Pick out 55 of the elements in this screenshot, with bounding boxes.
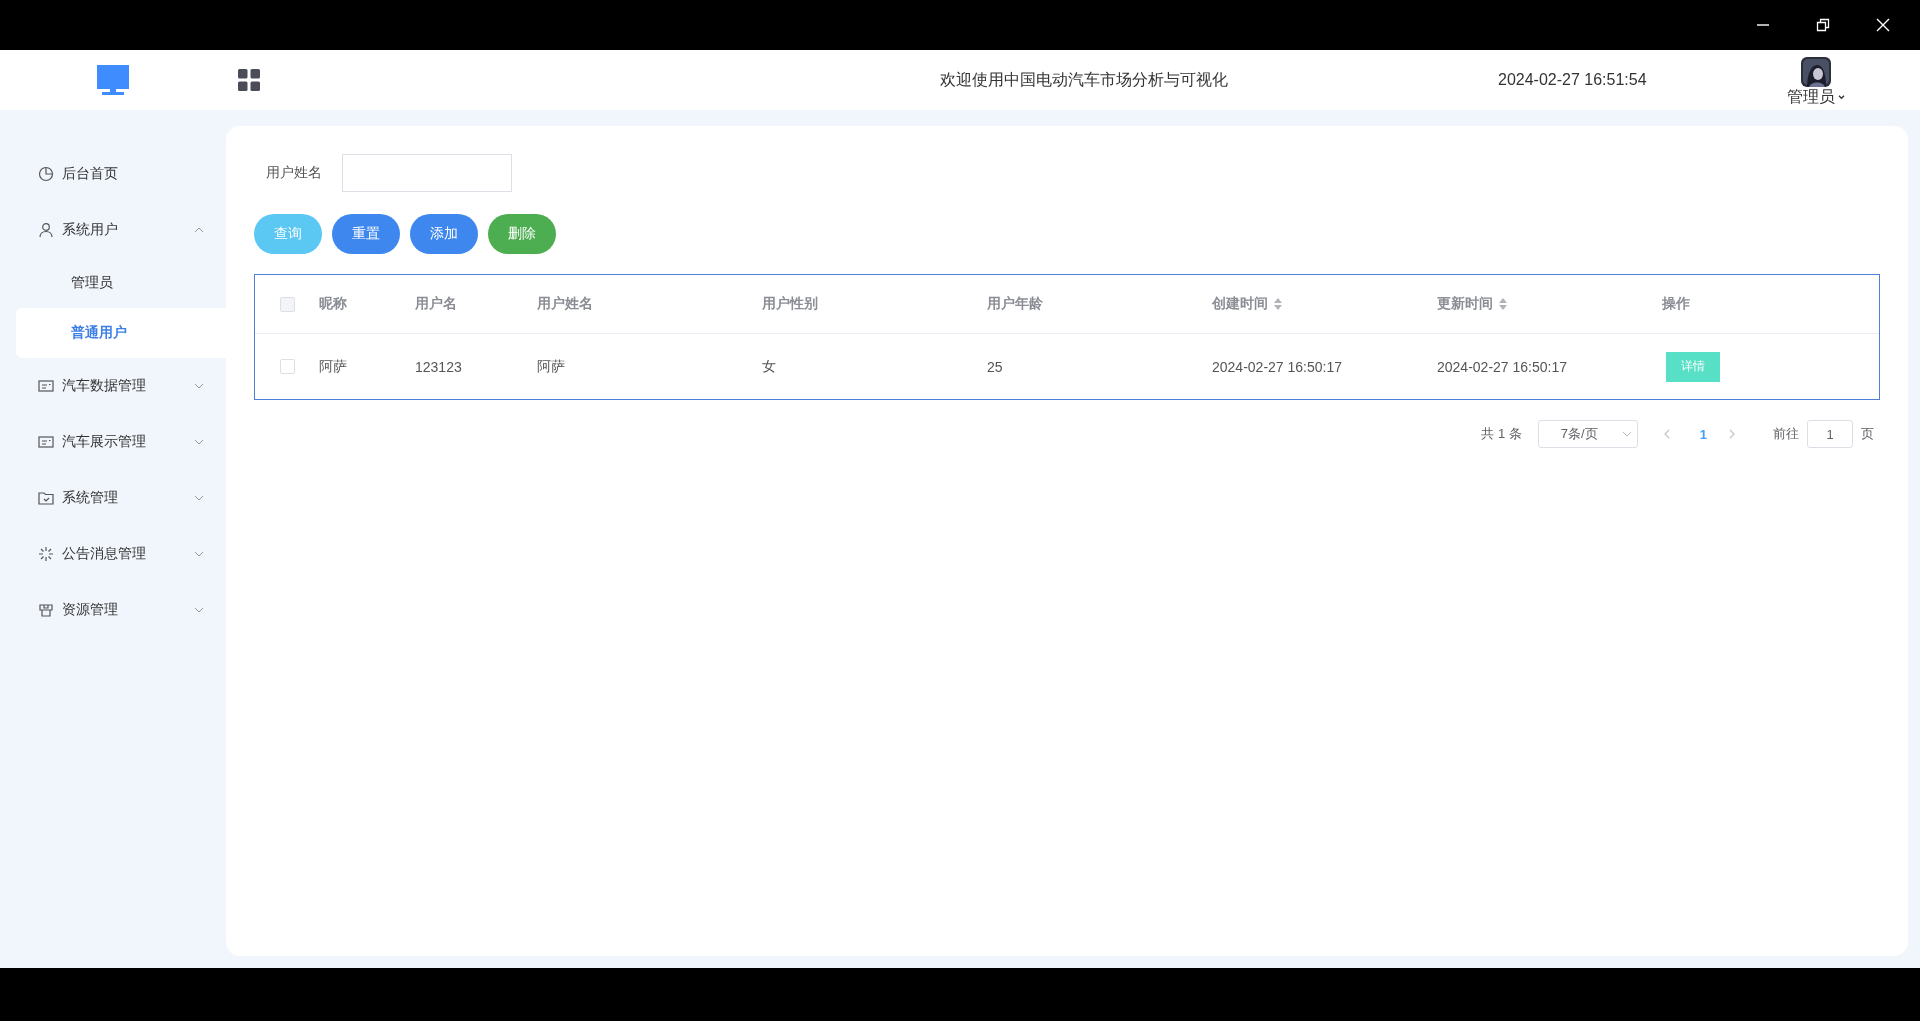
column-header: 更新时间 [1437,295,1493,313]
table-cell: 25 [987,358,1003,375]
folder-check-icon [38,490,54,506]
box-icon [38,602,54,618]
table-cell: 123123 [415,358,462,375]
sort-icon[interactable] [1499,298,1507,310]
reset-button[interactable]: 重置 [332,214,400,254]
sidebar-item[interactable]: 汽车数据管理 [0,358,226,414]
table-cell: 2024-02-27 16:50:17 [1212,358,1342,375]
sidebar-subitem[interactable]: 普通用户 [16,308,226,358]
column-header: 用户名 [415,295,457,313]
monitor-icon [97,65,129,95]
page-suffix: 页 [1861,425,1874,443]
pie-chart-icon [38,166,54,182]
sidebar-item[interactable]: 系统管理 [0,470,226,526]
field-label: 用户姓名 [265,164,323,182]
loading-icon [38,546,54,562]
total-count: 共 1 条 [1481,425,1522,443]
sidebar-item[interactable]: 资源管理 [0,582,226,638]
goto-label: 前往 [1773,425,1799,443]
row-checkbox[interactable] [279,359,295,374]
table-cell: 女 [762,357,776,374]
column-header: 操作 [1662,295,1690,313]
user-menu[interactable]: 管理员 [1786,86,1845,108]
card-icon [38,434,54,450]
column-header: 用户年龄 [987,295,1043,313]
datetime-text: 2024-02-27 16:51:54 [1498,71,1647,89]
welcome-title: 欢迎使用中国电动汽车市场分析与可视化 [940,69,1229,90]
page-input-field[interactable]: 1 [1807,420,1853,448]
sidebar-item[interactable]: 公告消息管理 [0,526,226,582]
close-icon[interactable] [1876,18,1890,32]
sidebar-subitem[interactable]: 管理员 [16,258,226,308]
table-cell: 阿萨 [537,357,565,374]
column-header: 用户性别 [762,295,818,313]
add-button[interactable]: 添加 [410,214,478,254]
card-icon [38,378,54,394]
select-all-checkbox[interactable] [279,296,295,312]
sidebar-item[interactable]: 汽车展示管理 [0,414,226,470]
caret-icon [1837,94,1845,100]
column-header: 昵称 [319,295,347,313]
previous-page-icon[interactable] [1663,429,1670,439]
sidebar-item[interactable]: 后台首页 [0,146,226,202]
chevron-down-icon [1621,431,1632,437]
restore-icon[interactable] [1816,18,1830,32]
column-header: 创建时间 [1212,295,1268,313]
page-size-select[interactable]: 7条/页 [1537,420,1638,448]
column-header: 用户姓名 [537,295,593,313]
name-input-field[interactable] [342,154,512,192]
table-cell: 阿萨 [319,357,347,374]
user-icon [38,222,54,238]
grid-menu-icon[interactable] [238,69,260,91]
next-page-icon[interactable] [1729,429,1735,439]
sidebar-item[interactable]: 系统用户 [0,202,226,258]
sort-icon[interactable] [1274,298,1282,310]
table-cell: 2024-02-27 16:50:17 [1437,358,1567,375]
